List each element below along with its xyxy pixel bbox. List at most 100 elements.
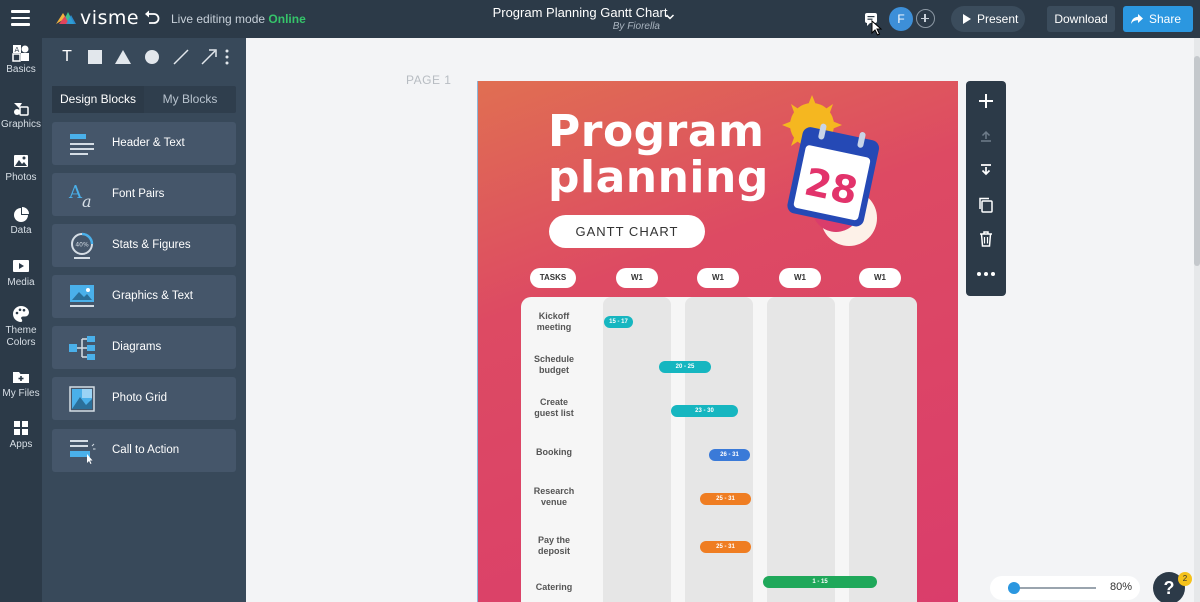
task-name-line: Kickoff [538,311,570,321]
undo-icon[interactable] [143,9,161,27]
document-author: By Fiorella [612,21,660,32]
block-diagrams[interactable]: Diagrams [52,326,236,369]
gantt-bar[interactable]: 25 - 31 [700,541,751,553]
block-graphics-text[interactable]: Graphics & Text [52,275,236,318]
move-page-down-icon[interactable] [976,160,996,180]
move-page-up-icon[interactable] [976,126,996,146]
rail-item-data[interactable]: Data [0,205,42,236]
panel-tabs: Design Blocks My Blocks [52,86,236,113]
more-options-icon[interactable] [976,264,996,284]
rail-item-my-files[interactable]: My Files [0,368,42,399]
tab-design-blocks[interactable]: Design Blocks [52,86,144,113]
task-name[interactable]: Kickoff meeting [525,311,583,333]
task-name-line: budget [539,365,569,375]
block-label: Diagrams [112,341,162,353]
rail-item-media[interactable]: Media [0,257,42,288]
add-collaborator-icon[interactable] [916,9,935,28]
page-label: PAGE 1 [406,73,452,87]
graphics-text-icon [70,285,94,307]
task-name[interactable]: Booking [525,447,583,458]
gantt-bar[interactable]: 25 - 31 [700,493,751,505]
gantt-bar[interactable]: 23 - 30 [671,405,738,417]
apps-icon [14,421,28,435]
present-button[interactable]: Present [951,6,1025,32]
block-photo-grid[interactable]: Photo Grid [52,377,236,420]
triangle-tool-icon[interactable] [112,46,134,68]
stats-icon: 40% [71,232,94,259]
block-label: Header & Text [112,137,185,149]
design-title[interactable]: Program planning [548,109,769,201]
rail-label: Basics [6,64,36,75]
svg-text:A: A [15,46,20,54]
scrollbar-thumb[interactable] [1194,56,1200,266]
calendar-illustration[interactable]: 28 [774,93,899,248]
task-name-line: Create [539,397,568,407]
circle-tool-icon[interactable] [141,46,163,68]
rail-item-apps[interactable]: Apps [0,419,42,450]
user-avatar[interactable]: F [889,7,913,31]
column-header-tasks: TASKS [530,268,576,288]
rail-item-graphics[interactable]: Graphics [0,99,42,130]
rail-label-2: Colors [6,337,36,348]
zoom-slider-handle[interactable] [1008,582,1020,594]
delete-page-icon[interactable] [976,229,996,249]
block-stats-figures[interactable]: 40% Stats & Figures [52,224,236,267]
photos-icon [14,155,28,167]
gantt-bar[interactable]: 26 - 31 [709,449,750,461]
font-pairs-icon: A a [68,182,92,209]
header-text-icon [70,134,94,155]
arrow-tool-icon[interactable] [198,46,220,68]
document-title[interactable]: Program Planning Gantt Chart [470,5,690,20]
present-label: Present [977,12,1019,26]
column-header-w1: W1 [859,268,901,288]
font-pairs-glyph-2: a [82,192,92,209]
task-name-line: meeting [536,322,572,332]
chevron-down-icon[interactable] [665,12,675,22]
gantt-bar[interactable]: 1 - 15 [763,576,877,588]
block-font-pairs[interactable]: A a Font Pairs [52,173,236,216]
task-name[interactable]: Catering [525,582,583,593]
zoom-slider-track[interactable] [1008,587,1096,589]
tab-my-blocks[interactable]: My Blocks [144,86,236,113]
menu-icon[interactable] [11,10,30,26]
column-header-w1: W1 [616,268,658,288]
line-tool-icon[interactable] [170,46,192,68]
block-call-to-action[interactable]: Call to Action [52,429,236,472]
block-header-text[interactable]: Header & Text [52,122,236,165]
download-button[interactable]: Download [1047,6,1115,32]
rectangle-tool-icon[interactable] [84,46,106,68]
task-name[interactable]: Pay the deposit [525,535,583,557]
rail-label: Graphics [0,119,41,130]
task-name[interactable]: Create guest list [525,397,583,419]
block-label: Graphics & Text [112,290,193,302]
text-tool-icon[interactable]: T [56,46,78,68]
task-name[interactable]: Schedule budget [525,354,583,376]
design-page[interactable]: Program planning GANTT CHART 28 TASKS W1… [477,81,958,602]
block-label: Font Pairs [112,188,165,200]
rail-item-photos[interactable]: Photos [0,152,42,183]
gantt-bar[interactable]: 15 - 17 [604,316,633,328]
block-label: Stats & Figures [112,239,191,251]
more-tools-icon[interactable] [222,46,232,68]
duplicate-page-icon[interactable] [976,195,996,215]
gantt-bar[interactable]: 20 - 25 [659,361,711,373]
zoom-level[interactable]: 80% [1110,581,1132,593]
share-icon [1131,14,1143,24]
left-navigation-rail: A Basics Graphics Photos Data Media Them… [0,38,42,602]
add-page-icon[interactable] [976,91,996,111]
block-label: Call to Action [112,444,180,456]
task-name-line: guest list [534,408,574,418]
zoom-control: 80% [990,576,1140,600]
call-to-action-icon [70,440,96,464]
visme-logo[interactable]: visme [54,7,139,29]
rail-item-basics[interactable]: A Basics [0,44,42,75]
gantt-chart-pill[interactable]: GANTT CHART [549,215,705,248]
task-name[interactable]: Research venue [525,486,583,508]
column-header-w1: W1 [779,268,821,288]
font-pairs-glyph: A [68,182,83,203]
share-button[interactable]: Share [1123,6,1193,32]
rail-item-theme-colors[interactable]: Theme Colors [0,305,42,349]
logo-text: visme [80,7,140,29]
visme-logo-icon [56,12,76,24]
week-lane [767,297,835,602]
